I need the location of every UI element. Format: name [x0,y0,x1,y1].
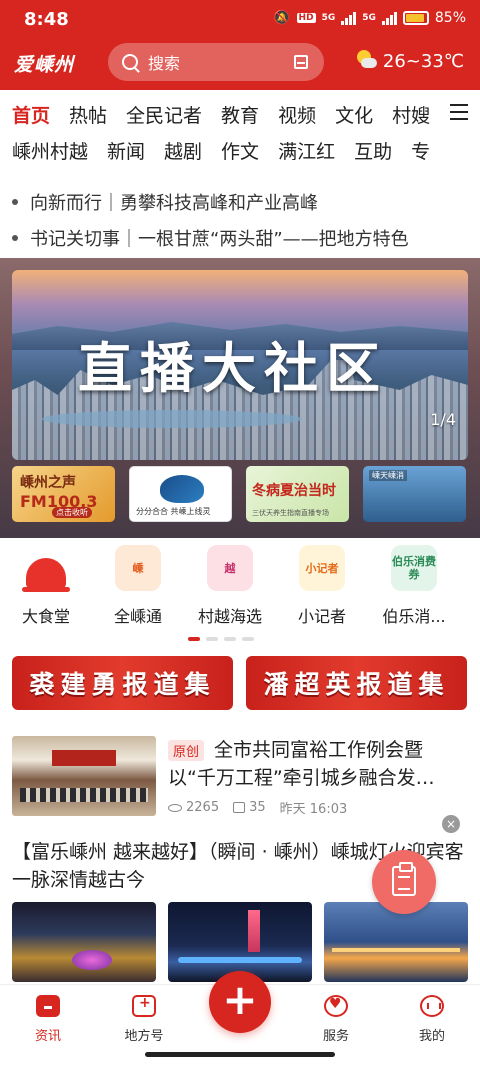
signal-icon [341,11,357,25]
profile-icon [420,995,444,1017]
tabs-menu-icon[interactable] [450,104,468,120]
tab-special[interactable]: 专 [411,137,430,164]
tab-culture[interactable]: 文化 [335,101,373,128]
coupon-icon: 伯乐消费券 [391,545,437,591]
news-title: 全市共同富裕工作例会暨以“千万工程”牵引城乡融合发… [168,739,435,789]
tab-news[interactable]: 新闻 [107,137,145,164]
service-quansheng[interactable]: 嵊 全嵊通 [92,545,184,635]
app-header: 爱嵊州 搜索 26~33℃ [0,40,480,86]
search-placeholder: 搜索 [148,54,181,73]
headline-item[interactable]: 书记关切事｜一根甘蔗“两头甜”——把地方特色 [12,220,472,256]
tab-education[interactable]: 教育 [221,101,259,128]
thumb-city-view[interactable]: 嵊天嵊消 [363,466,466,522]
tab-composition[interactable]: 作文 [221,137,259,164]
news-time: 昨天 16:03 [279,802,348,817]
bullet-icon [12,199,18,205]
search-bar[interactable]: 搜索 [108,43,324,81]
app-logo[interactable]: 爱嵊州 [14,50,74,77]
status-bar: 8:48 🔕 HD 5G 5G 85% [0,0,480,40]
weather-temperature: 26~33℃ [382,50,464,72]
service-village-audition[interactable]: 越 村越海选 [184,545,276,635]
home-indicator[interactable] [145,1052,335,1057]
news-image-grid [12,902,468,982]
hd-badge: HD [296,13,316,23]
nav-me[interactable]: 我的 [397,995,467,1044]
headline-item[interactable]: 向新而行｜勇攀科技高峰和产业高峰 [12,184,472,220]
tab-mutual-aid[interactable]: 互助 [354,137,392,164]
tab-hot-posts[interactable]: 热帖 [69,101,107,128]
views-count: 2265 [168,800,219,815]
grid-page-indicator [188,637,254,641]
tab-row-1: 首页 热帖 全民记者 教育 视频 文化 村嫂 [12,98,468,130]
thumb-logo-campaign[interactable]: 分分合合 共嵊上线灵 [129,466,232,522]
nav-services[interactable]: 服务 [301,995,371,1044]
thumbs-up-icon [233,802,246,813]
signal-icon-2 [381,11,397,25]
heart-icon [324,995,348,1017]
opera-character-icon: 越 [207,545,253,591]
news-image[interactable] [12,902,156,982]
collection-banner-right[interactable]: 潘超英报道集 [246,656,467,710]
headline-ticker: 向新而行｜勇攀科技高峰和产业高峰 书记关切事｜一根甘蔗“两头甜”——把地方特色 [12,184,472,256]
service-icon-grid: 大食堂 嵊 全嵊通 越 村越海选 小记者 小记者 伯乐消费券 伯乐消... [0,545,480,635]
news-image[interactable] [168,902,312,982]
scan-icon[interactable] [292,53,310,71]
report-floating-button[interactable] [372,850,436,914]
thumb-health-live[interactable]: 冬病夏治当时 三伏天养生指南直播专场 [246,466,349,522]
weather-widget[interactable]: 26~33℃ [355,50,464,72]
bookmark-plus-icon [132,995,156,1017]
banner-pager: 1/4 [430,410,456,429]
thumb-radio-fm[interactable]: 嵊州之声 FM100.3 点击收听 [12,466,115,522]
banner-carousel[interactable]: 直播大社区 1/4 [12,270,468,460]
news-thumbnail [12,736,156,816]
clipboard-icon [392,862,416,896]
battery-percent: 85% [434,10,466,26]
news-item[interactable]: 全市共同富裕工作例会暨以“千万工程”牵引城乡融合发… 原创 2265 35 昨天… [12,736,468,820]
young-reporter-icon: 小记者 [299,545,345,591]
tab-village-sister[interactable]: 村嫂 [392,101,430,128]
campaign-logo-icon [160,475,204,503]
canteen-bell-icon [22,545,70,592]
tab-village-yue[interactable]: 嵊州村越 [12,137,88,164]
service-bole-coupon[interactable]: 伯乐消费券 伯乐消... [368,545,460,635]
status-icons: 🔕 HD 5G 5G 85% [273,10,466,26]
news-image[interactable] [324,902,468,982]
banner-river [42,410,302,428]
add-post-button[interactable]: + [209,971,271,1033]
tab-row-2: 嵊州村越 新闻 越剧 作文 满江红 互助 专 [12,134,468,166]
tab-home[interactable]: 首页 [12,101,50,128]
mute-icon: 🔕 [273,10,291,26]
likes-count: 35 [233,800,266,815]
service-young-reporter[interactable]: 小记者 小记者 [276,545,368,635]
battery-icon [402,11,429,25]
home-icon [36,995,60,1017]
news-meta: 2265 35 昨天 16:03 [168,798,347,817]
nav-news[interactable]: 资讯 [13,995,83,1044]
service-canteen[interactable]: 大食堂 [0,545,92,635]
close-icon[interactable]: × [442,815,460,833]
category-tabs: 首页 热帖 全民记者 教育 视频 文化 村嫂 嵊州村越 新闻 越剧 作文 满江红… [12,98,468,166]
tab-video[interactable]: 视频 [278,101,316,128]
network-5g-label: 5G [321,13,336,23]
network-5g-label-2: 5G [362,13,376,23]
tab-yue-opera[interactable]: 越剧 [164,137,202,164]
partly-sunny-icon [355,50,377,72]
map-icon: 嵊 [115,545,161,591]
status-time: 8:48 [24,9,69,30]
banner-thumbnails: 嵊州之声 FM100.3 点击收听 分分合合 共嵊上线灵 冬病夏治当时 三伏天养… [12,466,468,522]
nav-local[interactable]: 地方号 [109,995,179,1044]
eye-icon [168,803,182,812]
bullet-icon [12,235,18,241]
tab-manjianghong[interactable]: 满江红 [278,137,335,164]
banner-title: 直播大社区 [78,336,388,400]
collection-banner-left[interactable]: 裘建勇报道集 [12,656,233,710]
original-badge: 原创 [168,740,205,761]
tab-citizen-reporter[interactable]: 全民记者 [126,101,202,128]
search-icon [122,54,138,70]
